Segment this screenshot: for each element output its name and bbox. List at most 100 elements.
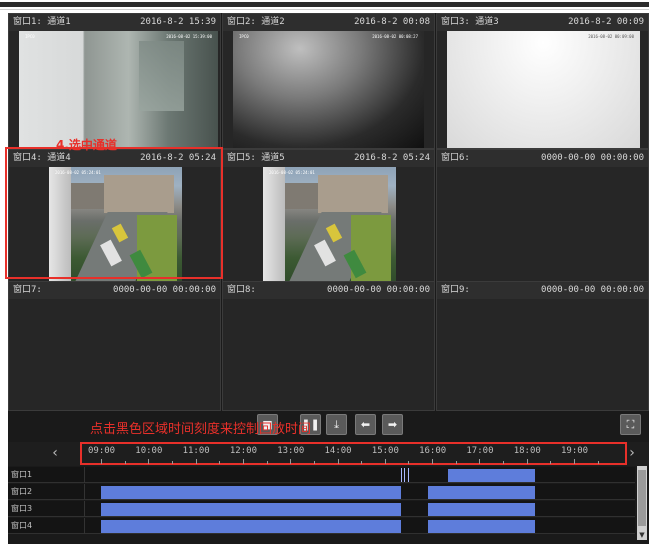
recording-segment[interactable] xyxy=(428,503,535,516)
timeline-minor-tick xyxy=(266,461,268,464)
row-divider xyxy=(84,467,85,483)
timeline-minor-tick xyxy=(124,461,126,464)
timeline-tick xyxy=(290,459,292,464)
recording-row[interactable]: 窗口3 xyxy=(8,501,635,517)
scrollbar-thumb[interactable] xyxy=(638,470,646,526)
osd-timestamp: 2016-08-02 05:24:01 xyxy=(269,170,315,175)
arrow-right-icon: ➡ xyxy=(387,418,398,431)
timeline-hour-label: 18:00 xyxy=(513,446,541,456)
window-time: 2016-8-2 05:24 xyxy=(354,153,430,163)
window-name: 窗口5: 通道5 xyxy=(227,153,285,163)
timeline-next-button[interactable]: › xyxy=(625,443,639,463)
window-name: 窗口1: 通道1 xyxy=(13,17,71,27)
office-glass-door xyxy=(139,41,184,111)
timeline-minor-tick xyxy=(455,461,457,464)
camera-view-dark-room: IPC0 2016-08-02 00:08:27 xyxy=(233,31,424,148)
window-title-bar: 窗口8: 0000-00-00 00:00:00 xyxy=(223,282,434,299)
recording-row[interactable]: 窗口4 xyxy=(8,518,635,534)
fullscreen-button[interactable]: ⛶ xyxy=(620,414,641,435)
recording-segment[interactable] xyxy=(101,503,401,516)
window-title-bar: 窗口9: 0000-00-00 00:00:00 xyxy=(437,282,648,299)
recording-row-label: 窗口2 xyxy=(11,487,33,496)
timeline-hour-label: 16:00 xyxy=(419,446,447,456)
camera-view-office: IPC0 2016-08-02 15:39:00 xyxy=(19,31,218,148)
window-name: 窗口8: xyxy=(227,285,256,295)
top-border-thin xyxy=(0,9,649,10)
video-window-3[interactable]: 窗口3: 通道3 2016-8-2 00:09 2016-08-02 00:09… xyxy=(436,13,649,149)
scroll-down-icon[interactable]: ▼ xyxy=(637,530,647,540)
timeline-tick xyxy=(242,459,244,464)
window-title-bar: 窗口6: 0000-00-00 00:00:00 xyxy=(437,150,648,167)
osd-timestamp: 2016-08-02 00:08:27 xyxy=(372,34,418,39)
top-border xyxy=(0,2,649,7)
row-divider xyxy=(84,484,85,500)
window-name: 窗口2: 通道2 xyxy=(227,17,285,27)
timeline-tick xyxy=(101,459,102,464)
step-forward-button[interactable]: ➡ xyxy=(382,414,403,435)
recording-mark xyxy=(408,468,410,482)
video-window-2[interactable]: 窗口2: 通道2 2016-8-2 00:08 IPC0 2016-08-02 … xyxy=(222,13,435,149)
timeline-tick xyxy=(148,459,150,464)
recording-segment[interactable] xyxy=(101,520,401,533)
window-title-bar: 窗口3: 通道3 2016-8-2 00:09 xyxy=(437,14,648,31)
timeline-hour-label: 09:00 xyxy=(88,446,116,456)
window-time: 2016-8-2 00:08 xyxy=(354,17,430,27)
row-divider xyxy=(84,501,85,517)
timeline-tick xyxy=(479,459,481,464)
select-channel-annotation: 4.选中通道 xyxy=(56,138,117,152)
chevron-left-icon: ‹ xyxy=(52,445,58,461)
recording-segment[interactable] xyxy=(428,486,535,499)
window-title-bar: 窗口1: 通道1 2016-8-2 15:39 xyxy=(9,14,220,31)
timeline-tick xyxy=(574,459,575,464)
timeline-hour-label: 15:00 xyxy=(371,446,399,456)
window-title-bar: 窗口5: 通道5 2016-8-2 05:24 xyxy=(223,150,434,167)
timeline-tick xyxy=(432,459,434,464)
video-window-6[interactable]: 窗口6: 0000-00-00 00:00:00 xyxy=(436,149,649,285)
timeline-minor-tick xyxy=(219,461,221,464)
window-title-bar: 窗口2: 通道2 2016-8-2 00:08 xyxy=(223,14,434,31)
wall-shape xyxy=(263,167,285,284)
recording-mark xyxy=(403,468,405,482)
video-window-8[interactable]: 窗口8: 0000-00-00 00:00:00 xyxy=(222,281,435,411)
scrollbar[interactable]: ▼ xyxy=(637,466,647,540)
building-shape xyxy=(283,183,318,209)
timeline-minor-tick xyxy=(408,461,410,464)
recording-segment[interactable] xyxy=(428,520,535,533)
recording-row-label: 窗口4 xyxy=(11,521,33,530)
video-window-1[interactable]: 窗口1: 通道1 2016-8-2 15:39 IPC0 2016-08-02 … xyxy=(8,13,221,149)
timeline-hint-annotation: 点击黑色区域时间刻度来控制回放时间 xyxy=(90,422,312,437)
camera-view-bright-room: 2016-08-02 00:09:00 xyxy=(447,31,640,148)
timeline-hour-label: 19:00 xyxy=(561,446,589,456)
recording-row-label: 窗口1 xyxy=(11,470,33,479)
timeline-tick xyxy=(526,459,528,464)
osd-camera: IPC0 xyxy=(25,34,35,39)
timeline-hour-label: 13:00 xyxy=(277,446,305,456)
timeline-minor-tick xyxy=(313,461,315,464)
arrow-left-icon: ⬅ xyxy=(360,418,371,431)
timeline-hour-label: 12:00 xyxy=(229,446,257,456)
timeline-tick xyxy=(384,459,386,464)
window-time: 0000-00-00 00:00:00 xyxy=(541,153,644,163)
recording-segment[interactable] xyxy=(447,469,535,482)
video-window-9[interactable]: 窗口9: 0000-00-00 00:00:00 xyxy=(436,281,649,411)
recording-row[interactable]: 窗口1 xyxy=(8,467,635,483)
window-time: 0000-00-00 00:00:00 xyxy=(113,285,216,295)
timeline-minor-tick xyxy=(597,461,599,464)
recording-segment[interactable] xyxy=(101,486,401,499)
video-window-7[interactable]: 窗口7: 0000-00-00 00:00:00 xyxy=(8,281,221,411)
window-name: 窗口9: xyxy=(441,285,470,295)
window-time: 2016-8-2 00:09 xyxy=(568,17,644,27)
window-title-bar: 窗口7: 0000-00-00 00:00:00 xyxy=(9,282,220,299)
timeline-tick xyxy=(337,459,339,464)
timeline-hour-label: 14:00 xyxy=(324,446,352,456)
window-time: 0000-00-00 00:00:00 xyxy=(541,285,644,295)
video-window-5[interactable]: 窗口5: 通道5 2016-8-2 05:24 2016-08-02 05:24… xyxy=(222,149,435,285)
download-button[interactable]: ⤓ xyxy=(326,414,347,435)
timeline-prev-button[interactable]: ‹ xyxy=(48,443,62,463)
recording-row[interactable]: 窗口2 xyxy=(8,484,635,500)
timeline-minor-tick xyxy=(550,461,552,464)
fullscreen-icon: ⛶ xyxy=(626,418,635,431)
timeline-tick xyxy=(195,459,197,464)
selected-channel-highlight xyxy=(5,147,223,279)
step-back-button[interactable]: ⬅ xyxy=(355,414,376,435)
